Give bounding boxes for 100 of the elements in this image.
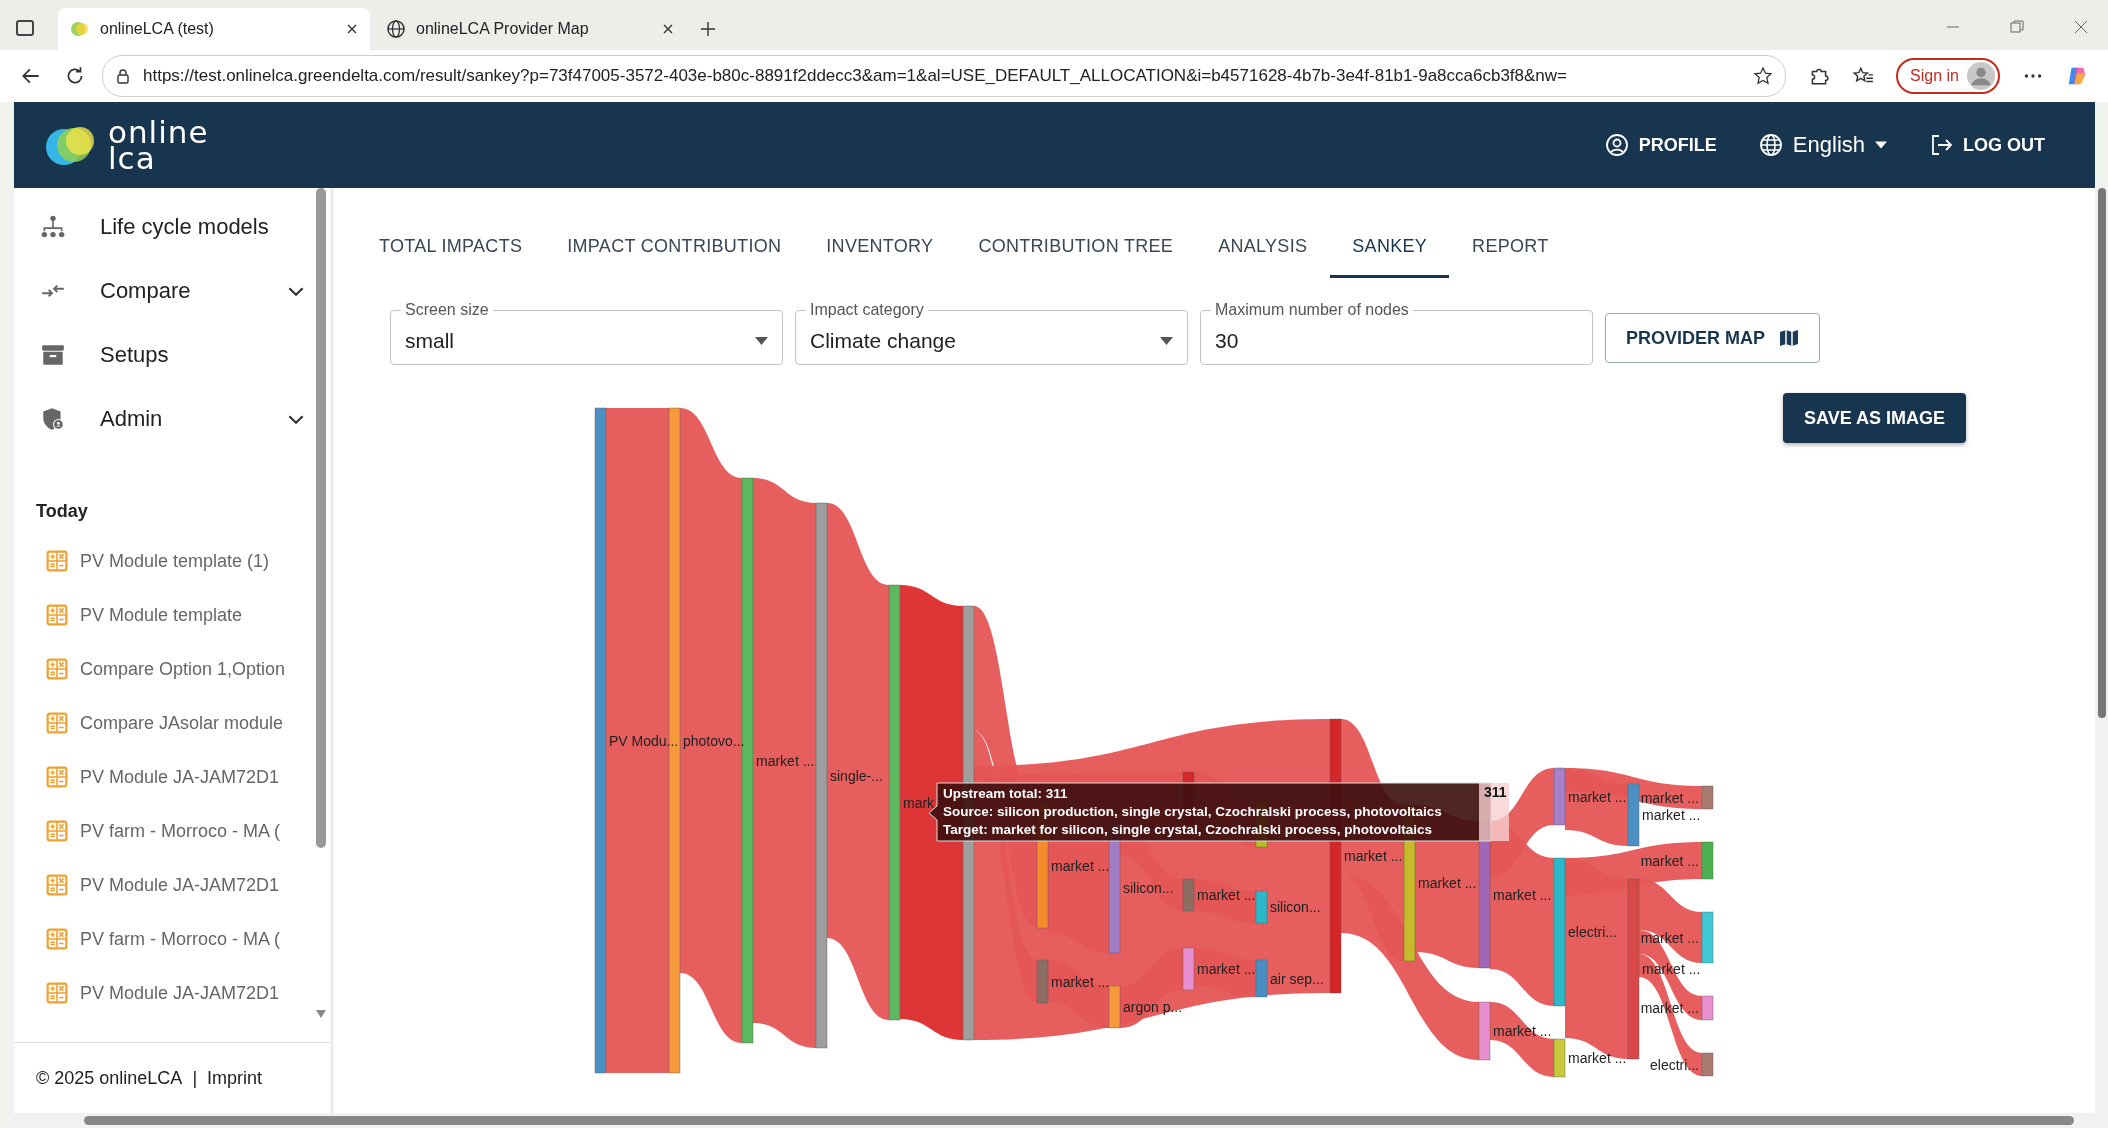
tab[interactable]: SANKEY	[1330, 222, 1450, 278]
nav-item[interactable]: Setups	[14, 323, 330, 387]
dropdown-arrow-icon	[1160, 336, 1173, 345]
logout-icon	[1929, 133, 1953, 157]
browser-tab[interactable]: onlineLCA (test)	[58, 8, 370, 50]
imprint-link[interactable]: Imprint	[207, 1067, 263, 1089]
globe-icon	[1758, 133, 1783, 157]
sankey-node[interactable]	[1627, 783, 1640, 847]
input-field[interactable]: Maximum number of nodes 30	[1200, 301, 1593, 365]
sankey-node[interactable]	[1255, 959, 1268, 998]
node-label: market ...	[1568, 788, 1627, 805]
calculator-icon	[46, 712, 68, 734]
lock-icon	[115, 68, 131, 84]
save-as-image-button[interactable]: SAVE AS IMAGE	[1783, 393, 1967, 443]
tab[interactable]: IMPACT CONTRIBUTION	[545, 222, 804, 278]
language-button[interactable]: English	[1752, 131, 1893, 159]
nav-item[interactable]: Compare	[14, 259, 330, 323]
sankey-node[interactable]	[1182, 947, 1195, 991]
sankey-node[interactable]	[741, 477, 754, 1044]
recent-item[interactable]: PV farm - Morroco - MA (	[14, 912, 330, 966]
browser-tab[interactable]: onlineLCA Provider Map	[374, 8, 686, 50]
field-label: Maximum number of nodes	[1214, 301, 1410, 319]
sankey-node[interactable]	[1627, 878, 1640, 1060]
sankey-node[interactable]	[1553, 857, 1566, 1007]
nav-item[interactable]: Life cycle models	[14, 195, 330, 259]
sankey-node[interactable]	[1478, 1001, 1491, 1061]
sankey-node[interactable]	[888, 584, 901, 1021]
nav-item[interactable]: Admin	[14, 387, 330, 451]
copilot-icon[interactable]	[2066, 65, 2088, 87]
new-tab-icon[interactable]	[700, 21, 716, 37]
recent-item[interactable]: PV Module JA-JAM72D1	[14, 966, 330, 1020]
select-field[interactable]: Impact category Climate change	[795, 301, 1188, 365]
sankey-node[interactable]	[1108, 985, 1121, 1029]
recent-item[interactable]: PV farm - Morroco - MA (	[14, 804, 330, 858]
node-label: market ...	[756, 752, 815, 769]
hover-value-badge: 311	[1479, 783, 1509, 841]
sankey-node[interactable]	[1553, 1038, 1566, 1078]
tab-title: onlineLCA (test)	[100, 20, 215, 38]
tab[interactable]: INVENTORY	[804, 222, 956, 278]
scrollbar[interactable]	[316, 188, 326, 1018]
node-label: single-...	[830, 767, 883, 784]
node-label: PV Modu...	[609, 732, 679, 749]
node-label: silicon...	[1270, 899, 1321, 915]
recent-item[interactable]: Compare JAsolar module	[14, 696, 330, 750]
sankey-node[interactable]	[1553, 767, 1566, 826]
tab-actions-icon[interactable]	[16, 20, 34, 36]
tab[interactable]: REPORT	[1450, 222, 1571, 278]
recent-item[interactable]: PV Module template (1)	[14, 534, 330, 588]
url-text: https://test.onlinelca.greendelta.com/result/sankey?p=73f47005-3572-403e-b80c-8891f2ddecc3&am=1&al=USE_DEFAULT_ALLOCATION&i=b4571628-4b7b-3e4f-81b1-9a8cca6cb3f8&nw=	[143, 66, 1569, 86]
sankey-node[interactable]	[1701, 995, 1714, 1021]
star-icon[interactable]	[1753, 66, 1774, 86]
scroll-arrow-icon[interactable]	[316, 1010, 326, 1018]
avatar-icon	[1967, 62, 1995, 90]
archive-box-icon	[40, 342, 66, 368]
chevron-icon	[288, 413, 304, 425]
sankey-node[interactable]	[594, 407, 607, 1074]
chevron-icon	[288, 285, 304, 297]
sankey-node[interactable]	[1701, 841, 1714, 880]
sign-in-button[interactable]: Sign in	[1896, 58, 2000, 94]
node-label: market ...	[1493, 1023, 1552, 1039]
close-icon[interactable]	[346, 23, 358, 35]
recent-item[interactable]: PV Module JA-JAM72D1	[14, 750, 330, 804]
logout-button[interactable]: LOG OUT	[1923, 131, 2051, 159]
shield-user-icon	[40, 406, 66, 432]
provider-map-button[interactable]: PROVIDER MAP	[1605, 313, 1821, 363]
recent-item[interactable]: PV Module template	[14, 588, 330, 642]
sankey-node[interactable]	[1701, 1052, 1714, 1077]
sankey-node[interactable]	[1036, 959, 1049, 1004]
address-bar[interactable]: https://test.onlinelca.greendelta.com/result/sankey?p=73f47005-3572-403e-b80c-8891f2ddecc3&am=1&al=USE_DEFAULT_ALLOCATION&i=b4571628-4b7b-3e4f-81b1-9a8cca6cb3f8&nw=	[102, 55, 1787, 97]
node-label: electri...	[1568, 924, 1617, 940]
sankey-node[interactable]	[1701, 911, 1714, 964]
calculator-icon	[46, 658, 68, 680]
recent-item[interactable]: PV Module JA-JAM72D1	[14, 858, 330, 912]
close-icon[interactable]	[662, 23, 674, 35]
sankey-node[interactable]	[1182, 878, 1195, 912]
logo-text: online	[108, 119, 209, 145]
field-label: Impact category	[809, 301, 925, 319]
sankey-node[interactable]	[815, 502, 828, 1049]
sankey-node[interactable]	[1701, 785, 1714, 810]
select-field[interactable]: Screen size small	[390, 301, 783, 365]
user-icon	[1604, 133, 1629, 157]
profile-button[interactable]: PROFILE	[1598, 131, 1723, 159]
node-label: market ...	[1051, 857, 1110, 874]
restore-icon[interactable]	[2010, 20, 2024, 34]
map-icon	[1779, 328, 1800, 348]
node-label: market ...	[1640, 852, 1699, 869]
node-label: silicon...	[1123, 880, 1174, 896]
calculator-icon	[46, 550, 68, 572]
calculator-icon	[46, 928, 68, 950]
node-label: air sep...	[1270, 970, 1324, 987]
node-label: market ...	[1197, 961, 1256, 977]
node-label: market ...	[1642, 807, 1701, 823]
node-label: market ...	[1568, 1050, 1627, 1066]
recent-item[interactable]: Compare Option 1,Option	[14, 642, 330, 696]
node-label: market ...	[1640, 789, 1699, 806]
node-label: market ...	[1493, 886, 1552, 903]
tab[interactable]: CONTRIBUTION TREE	[956, 222, 1196, 278]
tab[interactable]: TOTAL IMPACTS	[357, 222, 545, 278]
tab[interactable]: ANALYSIS	[1196, 222, 1330, 278]
sankey-node[interactable]	[1255, 890, 1268, 924]
